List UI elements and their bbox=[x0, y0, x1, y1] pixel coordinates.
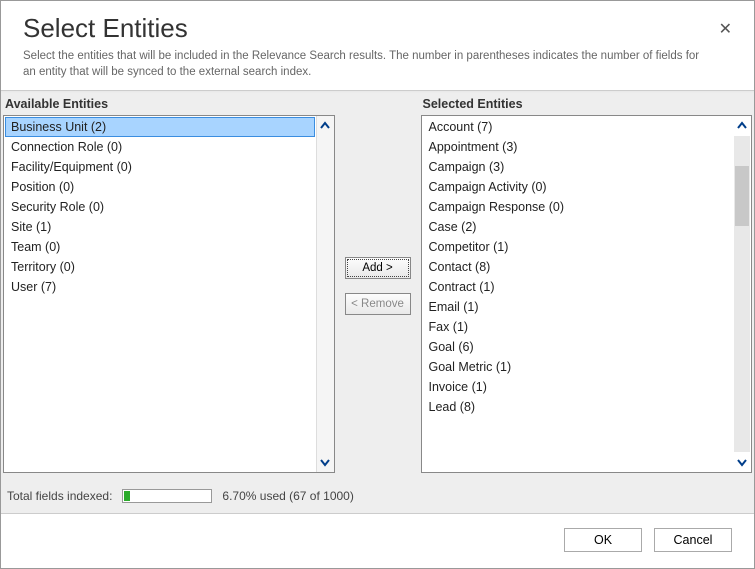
available-column: Available Entities Business Unit (2)Conn… bbox=[1, 91, 337, 481]
list-item[interactable]: Site (1) bbox=[5, 217, 315, 237]
list-item[interactable]: Position (0) bbox=[5, 177, 315, 197]
close-icon[interactable]: ✕ bbox=[719, 19, 732, 39]
scroll-down-icon[interactable] bbox=[316, 452, 334, 472]
scroll-down-icon[interactable] bbox=[733, 452, 751, 472]
list-item[interactable]: Appointment (3) bbox=[423, 137, 733, 157]
progress-bar bbox=[122, 489, 212, 503]
list-item[interactable]: Invoice (1) bbox=[423, 377, 733, 397]
selected-scrollbar[interactable] bbox=[733, 116, 751, 472]
list-item[interactable]: User (7) bbox=[5, 277, 315, 297]
status-bar: Total fields indexed: 6.70% used (67 of … bbox=[1, 481, 754, 513]
list-item[interactable]: Email (1) bbox=[423, 297, 733, 317]
dialog-header: Select Entities Select the entities that… bbox=[1, 1, 754, 90]
list-item[interactable]: Contract (1) bbox=[423, 277, 733, 297]
dialog-title: Select Entities bbox=[23, 13, 732, 44]
select-entities-dialog: Select Entities Select the entities that… bbox=[0, 0, 755, 569]
list-item[interactable]: Campaign Activity (0) bbox=[423, 177, 733, 197]
selected-label: Selected Entities bbox=[419, 91, 755, 115]
list-item[interactable]: Contact (8) bbox=[423, 257, 733, 277]
selected-list[interactable]: Account (7)Appointment (3)Campaign (3)Ca… bbox=[422, 116, 734, 472]
available-scrollbar[interactable] bbox=[316, 116, 334, 472]
scroll-up-icon[interactable] bbox=[316, 116, 334, 136]
list-item[interactable]: Campaign Response (0) bbox=[423, 197, 733, 217]
selected-listbox[interactable]: Account (7)Appointment (3)Campaign (3)Ca… bbox=[421, 115, 753, 473]
available-list[interactable]: Business Unit (2)Connection Role (0)Faci… bbox=[4, 116, 316, 472]
list-item[interactable]: Competitor (1) bbox=[423, 237, 733, 257]
list-item[interactable]: Case (2) bbox=[423, 217, 733, 237]
ok-button[interactable]: OK bbox=[564, 528, 642, 552]
scroll-up-icon[interactable] bbox=[733, 116, 751, 136]
remove-button[interactable]: < Remove bbox=[345, 293, 411, 315]
list-item[interactable]: Team (0) bbox=[5, 237, 315, 257]
scrollbar-thumb[interactable] bbox=[735, 166, 749, 226]
dialog-description: Select the entities that will be include… bbox=[23, 48, 713, 80]
list-item[interactable]: Goal (6) bbox=[423, 337, 733, 357]
cancel-button[interactable]: Cancel bbox=[654, 528, 732, 552]
dialog-body: Available Entities Business Unit (2)Conn… bbox=[1, 90, 754, 514]
scrollbar-track[interactable] bbox=[734, 136, 750, 452]
list-item[interactable]: Lead (8) bbox=[423, 397, 733, 417]
status-label: Total fields indexed: bbox=[7, 489, 112, 503]
selected-column: Selected Entities Account (7)Appointment… bbox=[419, 91, 755, 481]
available-listbox[interactable]: Business Unit (2)Connection Role (0)Faci… bbox=[3, 115, 335, 473]
list-item[interactable]: Goal Metric (1) bbox=[423, 357, 733, 377]
list-item[interactable]: Account (7) bbox=[423, 117, 733, 137]
list-item[interactable]: Campaign (3) bbox=[423, 157, 733, 177]
dialog-footer: OK Cancel bbox=[1, 514, 754, 568]
progress-fill bbox=[124, 491, 130, 501]
list-item[interactable]: Facility/Equipment (0) bbox=[5, 157, 315, 177]
dual-list-picker: Available Entities Business Unit (2)Conn… bbox=[1, 91, 754, 481]
list-item[interactable]: Security Role (0) bbox=[5, 197, 315, 217]
transfer-buttons: Add > < Remove bbox=[337, 91, 419, 481]
list-item[interactable]: Fax (1) bbox=[423, 317, 733, 337]
list-item[interactable]: Connection Role (0) bbox=[5, 137, 315, 157]
list-item[interactable]: Business Unit (2) bbox=[5, 117, 315, 137]
add-button[interactable]: Add > bbox=[345, 257, 411, 279]
available-label: Available Entities bbox=[1, 91, 337, 115]
list-item[interactable]: Territory (0) bbox=[5, 257, 315, 277]
status-percent-text: 6.70% used (67 of 1000) bbox=[222, 489, 353, 503]
